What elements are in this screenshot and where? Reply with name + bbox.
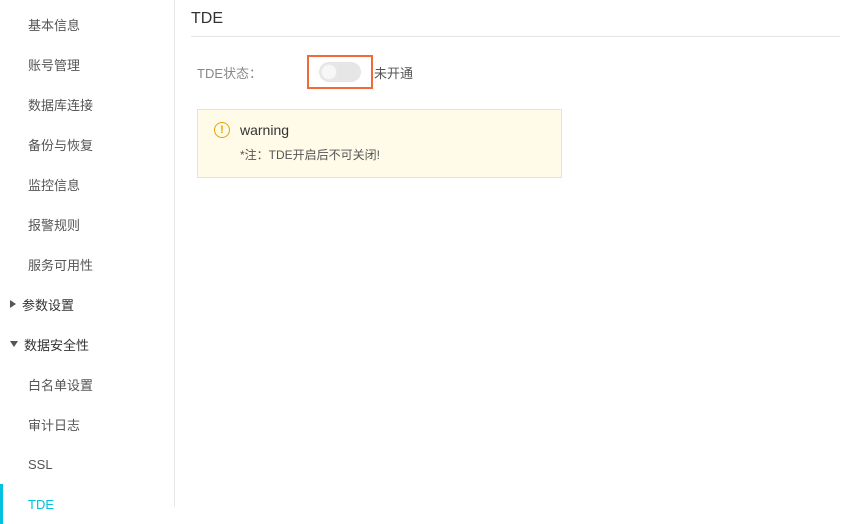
sidebar-item-label: 监控信息 <box>28 175 80 194</box>
sidebar-item-whitelist[interactable]: 白名单设置 <box>0 364 174 404</box>
alert-body: *注：TDE开启后不可关闭! <box>214 146 545 163</box>
sidebar-item-label: 备份与恢复 <box>28 135 93 154</box>
chevron-right-icon <box>10 300 16 308</box>
sidebar-item-availability[interactable]: 服务可用性 <box>0 244 174 284</box>
sidebar-item-label: 报警规则 <box>28 215 80 234</box>
alert-head: ! warning <box>214 122 545 138</box>
sidebar-item-basic-info[interactable]: 基本信息 <box>0 4 174 44</box>
toggle-highlight-box <box>307 55 373 89</box>
sidebar-item-account[interactable]: 账号管理 <box>0 44 174 84</box>
toggle-knob <box>321 64 337 80</box>
sidebar-item-monitoring[interactable]: 监控信息 <box>0 164 174 204</box>
sidebar: 基本信息 账号管理 数据库连接 备份与恢复 监控信息 报警规则 服务可用性 参数… <box>0 0 175 507</box>
chevron-down-icon <box>10 341 18 347</box>
tde-status-label: TDE状态： <box>197 63 307 82</box>
sidebar-item-label: SSL <box>28 457 53 472</box>
sidebar-item-ssl[interactable]: SSL <box>0 444 174 484</box>
sidebar-item-audit-log[interactable]: 审计日志 <box>0 404 174 444</box>
sidebar-item-parameters[interactable]: 参数设置 <box>0 284 174 324</box>
alert-title: warning <box>240 122 289 138</box>
sidebar-item-label: 数据安全性 <box>24 335 89 354</box>
page-title: TDE <box>191 8 840 37</box>
warning-alert: ! warning *注：TDE开启后不可关闭! <box>197 109 562 178</box>
sidebar-item-backup[interactable]: 备份与恢复 <box>0 124 174 164</box>
sidebar-item-label: TDE <box>28 497 54 512</box>
sidebar-item-label: 基本信息 <box>28 15 80 34</box>
sidebar-item-data-security[interactable]: 数据安全性 <box>0 324 174 364</box>
sidebar-item-tde[interactable]: TDE <box>0 484 174 524</box>
sidebar-item-alarm-rules[interactable]: 报警规则 <box>0 204 174 244</box>
tde-status-row: TDE状态： 未开通 <box>197 55 840 89</box>
sidebar-item-db-connection[interactable]: 数据库连接 <box>0 84 174 124</box>
sidebar-item-label: 服务可用性 <box>28 255 93 274</box>
tde-status-value: 未开通 <box>374 63 413 82</box>
sidebar-item-label: 数据库连接 <box>28 95 93 114</box>
sidebar-item-label: 审计日志 <box>28 415 80 434</box>
main-panel: TDE TDE状态： 未开通 ! warning *注：TDE开启后不可关闭! <box>175 0 856 507</box>
tde-toggle[interactable] <box>319 62 361 82</box>
sidebar-item-label: 账号管理 <box>28 55 80 74</box>
warning-icon: ! <box>214 122 230 138</box>
sidebar-item-label: 白名单设置 <box>28 375 93 394</box>
sidebar-item-label: 参数设置 <box>22 295 74 314</box>
